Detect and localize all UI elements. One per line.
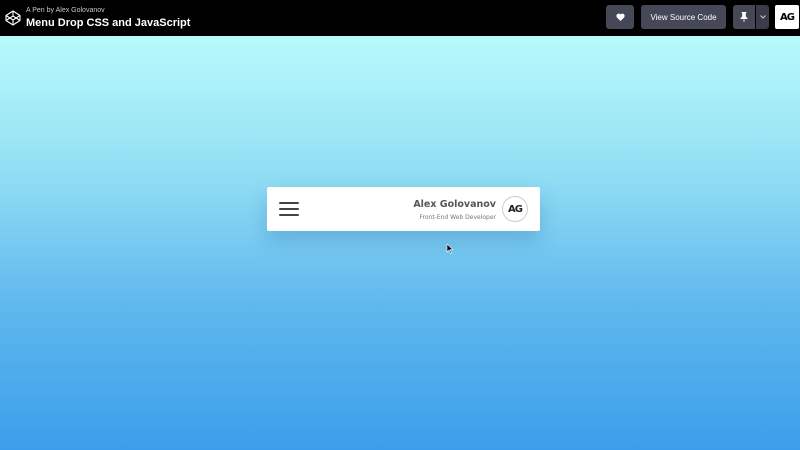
- profile-name: Alex Golovanov: [413, 199, 496, 210]
- author-link[interactable]: Alex Golovanov: [56, 7, 105, 14]
- pin-dropdown-button[interactable]: [756, 5, 769, 29]
- profile-avatar[interactable]: AG: [502, 196, 528, 222]
- pin-button[interactable]: [733, 5, 755, 29]
- hamburger-line: [279, 214, 299, 216]
- hamburger-line: [279, 202, 299, 204]
- heart-icon: [615, 13, 625, 21]
- codepen-logo-icon[interactable]: [5, 10, 21, 26]
- profile-role: Front-End Web Developer: [419, 214, 497, 221]
- hamburger-menu-icon[interactable]: [279, 202, 299, 216]
- pen-info: A Pen by Alex Golovanov Menu Drop CSS an…: [26, 6, 190, 30]
- pen-title: Menu Drop CSS and JavaScript: [26, 17, 191, 29]
- preview-area: [0, 36, 800, 450]
- heart-button[interactable]: [606, 5, 634, 29]
- user-avatar[interactable]: AG: [775, 5, 799, 29]
- pen-byline: A Pen by Alex Golovanov: [26, 6, 190, 15]
- pin-icon: [740, 12, 748, 22]
- pen-by-prefix: A Pen by: [26, 7, 55, 14]
- profile-info: Alex Golovanov Front-End Web Developer: [413, 199, 496, 222]
- chevron-down-icon: [759, 15, 766, 19]
- mouse-cursor-icon: [446, 244, 454, 254]
- codepen-top-bar: A Pen by Alex Golovanov Menu Drop CSS an…: [0, 0, 800, 36]
- menu-card: Alex Golovanov Front-End Web Developer A…: [267, 187, 540, 231]
- hamburger-line: [279, 208, 299, 210]
- view-source-button[interactable]: View Source Code: [641, 5, 726, 29]
